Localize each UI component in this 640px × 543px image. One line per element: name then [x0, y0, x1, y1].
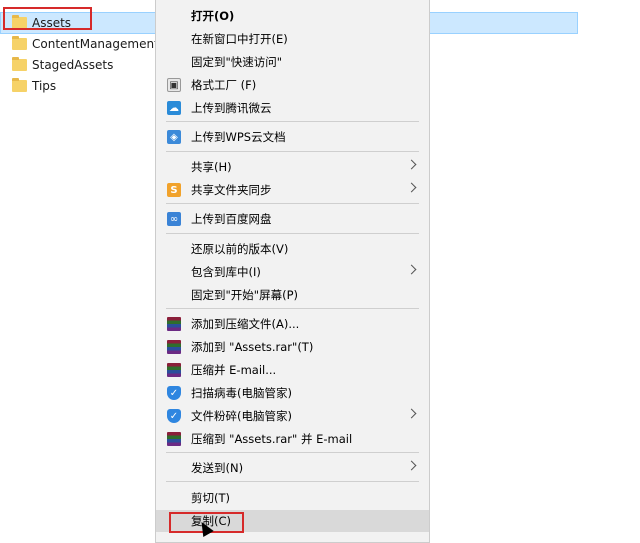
menu-item-cut[interactable]: 剪切(T)	[156, 487, 429, 509]
menu-item-pin-quick-access[interactable]: 固定到"快速访问"	[156, 51, 429, 73]
winrar-icon	[167, 317, 181, 331]
menu-item-add-archive[interactable]: 添加到压缩文件(A)...	[156, 313, 429, 335]
menu-item-label: 添加到压缩文件(A)...	[191, 317, 300, 331]
menu-separator	[166, 452, 419, 453]
menu-item-upload-weiyun[interactable]: ☁ 上传到腾讯微云	[156, 97, 429, 119]
menu-item-send-to[interactable]: 发送到(N)	[156, 457, 429, 479]
file-item-contentmanagement[interactable]: ContentManagementS	[12, 34, 166, 54]
winrar-icon	[167, 363, 181, 377]
folder-icon	[12, 57, 27, 71]
file-name: Assets	[32, 16, 72, 30]
menu-separator	[166, 308, 419, 309]
file-name: ContentManagementS	[32, 37, 167, 51]
format-factory-icon: ▣	[167, 78, 181, 92]
file-item-stagedassets[interactable]: StagedAssets	[12, 55, 113, 75]
menu-item-copy[interactable]: 复制(C)	[156, 510, 429, 533]
menu-item-restore-versions[interactable]: 还原以前的版本(V)	[156, 238, 429, 260]
menu-item-upload-baidu[interactable]: ∞ 上传到百度网盘	[156, 208, 429, 230]
pc-manager-shield-icon: ✓	[167, 409, 181, 423]
menu-item-label: 压缩到 "Assets.rar" 并 E-mail	[191, 432, 353, 446]
menu-item-label: 发送到(N)	[191, 461, 244, 475]
menu-item-label: 打开(O)	[191, 9, 235, 23]
menu-item-label: 固定到"快速访问"	[191, 55, 283, 69]
menu-item-share[interactable]: 共享(H)	[156, 156, 429, 178]
weiyun-cloud-icon: ☁	[167, 101, 181, 115]
menu-item-file-shred[interactable]: ✓ 文件粉碎(电脑管家)	[156, 405, 429, 427]
menu-item-label: 上传到腾讯微云	[191, 101, 272, 115]
menu-item-label: 包含到库中(I)	[191, 265, 261, 279]
menu-item-upload-wps[interactable]: ◈ 上传到WPS云文档	[156, 126, 429, 148]
context-menu: 打开(O) 在新窗口中打开(E) 固定到"快速访问" ▣ 格式工厂 (F) ☁ …	[155, 0, 430, 543]
menu-item-format-factory[interactable]: ▣ 格式工厂 (F)	[156, 74, 429, 96]
menu-item-label: 在新窗口中打开(E)	[191, 32, 288, 46]
menu-item-include-library[interactable]: 包含到库中(I)	[156, 261, 429, 283]
menu-item-label: 上传到百度网盘	[191, 212, 272, 226]
menu-item-compress-email[interactable]: 压缩并 E-mail...	[156, 359, 429, 381]
folder-icon	[12, 36, 27, 50]
menu-item-label: 文件粉碎(电脑管家)	[191, 409, 292, 423]
menu-item-label: 固定到"开始"屏幕(P)	[191, 288, 298, 302]
menu-item-label: 添加到 "Assets.rar"(T)	[191, 340, 314, 354]
menu-item-add-assets-rar[interactable]: 添加到 "Assets.rar"(T)	[156, 336, 429, 358]
file-item-assets[interactable]: Assets	[12, 13, 71, 33]
file-name: Tips	[32, 79, 57, 93]
share-sync-icon: S	[167, 183, 181, 197]
menu-item-label: 格式工厂 (F)	[191, 78, 257, 92]
file-name: StagedAssets	[32, 58, 114, 72]
menu-item-pin-start[interactable]: 固定到"开始"屏幕(P)	[156, 284, 429, 306]
winrar-icon	[167, 340, 181, 354]
wps-cloud-icon: ◈	[167, 130, 181, 144]
chevron-right-icon	[406, 159, 417, 170]
file-item-tips[interactable]: Tips	[12, 76, 56, 96]
folder-icon	[12, 15, 27, 29]
menu-separator	[166, 151, 419, 152]
menu-item-open-new-window[interactable]: 在新窗口中打开(E)	[156, 28, 429, 50]
menu-item-share-folder-sync[interactable]: S 共享文件夹同步	[156, 179, 429, 201]
menu-item-label: 扫描病毒(电脑管家)	[191, 386, 292, 400]
menu-item-open[interactable]: 打开(O)	[156, 5, 429, 27]
menu-item-label: 还原以前的版本(V)	[191, 242, 289, 256]
menu-item-label: 共享文件夹同步	[191, 183, 272, 197]
folder-icon	[12, 78, 27, 92]
menu-item-label: 剪切(T)	[191, 491, 230, 505]
menu-separator	[166, 481, 419, 482]
winrar-icon	[167, 432, 181, 446]
menu-separator	[166, 233, 419, 234]
menu-separator	[166, 203, 419, 204]
baidu-netdisk-icon: ∞	[167, 212, 181, 226]
chevron-right-icon	[406, 460, 417, 471]
menu-item-label: 压缩并 E-mail...	[191, 363, 277, 377]
menu-item-label: 共享(H)	[191, 160, 232, 174]
chevron-right-icon	[406, 264, 417, 275]
menu-item-compress-assets-email[interactable]: 压缩到 "Assets.rar" 并 E-mail	[156, 428, 429, 450]
chevron-right-icon	[406, 408, 417, 419]
menu-separator	[166, 121, 419, 122]
chevron-right-icon	[406, 182, 417, 193]
menu-item-label: 上传到WPS云文档	[191, 130, 286, 144]
menu-item-scan-virus[interactable]: ✓ 扫描病毒(电脑管家)	[156, 382, 429, 404]
pc-manager-shield-icon: ✓	[167, 386, 181, 400]
